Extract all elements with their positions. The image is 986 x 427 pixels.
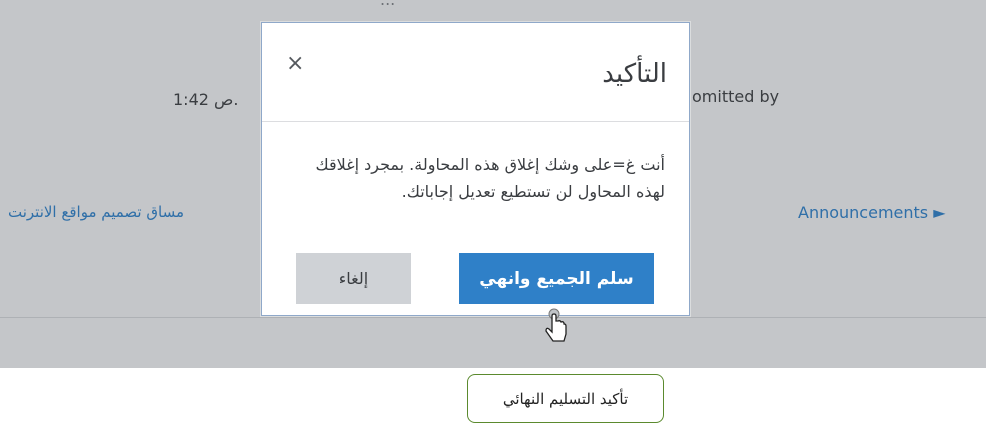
- background-submitted-text: omitted by: [692, 87, 780, 106]
- next-activity-link[interactable]: Announcements ►: [798, 203, 946, 222]
- previous-activity-link[interactable]: مساق تصميم مواقع الانترنت: [8, 203, 184, 221]
- cancel-button[interactable]: إلغاء: [296, 253, 411, 304]
- dialog-title: التأكيد: [602, 59, 667, 89]
- caption-label: تأكيد التسليم النهائي: [467, 374, 664, 423]
- submit-all-and-finish-button[interactable]: سلم الجميع وانهي: [459, 253, 654, 304]
- divider: [0, 317, 986, 318]
- close-icon[interactable]: ×: [286, 53, 304, 75]
- hand-pointer-icon: [545, 308, 567, 342]
- dialog-header: التأكيد ×: [262, 23, 689, 122]
- background-time-text: 1:42 ص.: [173, 90, 239, 109]
- confirmation-dialog: التأكيد × أنت غ=على وشك إغلاق هذه المحاو…: [261, 22, 690, 316]
- dialog-message: أنت غ=على وشك إغلاق هذه المحاولة. بمجرد …: [315, 155, 665, 201]
- background-partial-text: ...: [380, 0, 395, 9]
